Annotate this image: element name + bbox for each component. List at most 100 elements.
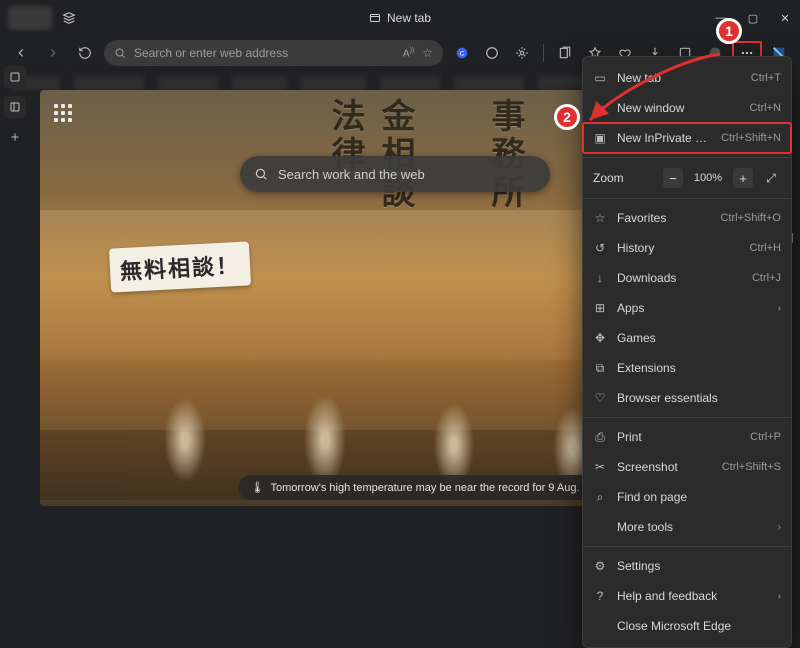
menu-item-label: Find on page xyxy=(617,490,781,504)
menu-item-extensions[interactable]: ⧉ Extensions xyxy=(583,353,791,383)
menu-item-label: Games xyxy=(617,331,781,345)
vertical-tabs-icon[interactable] xyxy=(4,96,26,118)
menu-item-shortcut: Ctrl+T xyxy=(751,72,781,84)
zoom-in-button[interactable]: + xyxy=(733,168,753,188)
bg-text-3: 事務所 xyxy=(480,98,529,212)
tab-title-text: New tab xyxy=(387,11,431,25)
address-placeholder: Search or enter web address xyxy=(134,46,395,60)
read-aloud-icon[interactable]: A)) xyxy=(403,47,414,59)
collections-icon[interactable] xyxy=(552,40,578,66)
menu-item-games[interactable]: ✥ Games xyxy=(583,323,791,353)
chevron-right-icon: › xyxy=(778,591,781,602)
menu-item-label: Favorites xyxy=(617,211,710,225)
menu-item-shortcut: Ctrl+J xyxy=(752,272,781,284)
settings-menu: ▭New tabCtrl+T▭New windowCtrl+N▣New InPr… xyxy=(582,56,792,648)
zoom-out-button[interactable]: − xyxy=(663,168,683,188)
ext-icon-2[interactable] xyxy=(509,40,535,66)
menu-separator xyxy=(583,198,791,199)
ext-icon-1[interactable] xyxy=(479,40,505,66)
menu-item-shortcut: Ctrl+Shift+S xyxy=(722,461,781,473)
menu-item-label: Browser essentials xyxy=(617,391,781,405)
menu-item-shortcut: Ctrl+P xyxy=(750,431,781,443)
close-button[interactable]: ✕ xyxy=(776,12,794,25)
favorite-star-icon[interactable]: ☆ xyxy=(422,46,433,60)
menu-item-icon: ✂ xyxy=(593,460,607,474)
maximize-button[interactable]: ▢ xyxy=(744,12,762,25)
menu-item-label: Close Microsoft Edge xyxy=(617,619,781,633)
menu-item-settings[interactable]: ⚙ Settings xyxy=(583,551,791,581)
menu-separator xyxy=(583,157,791,158)
window-title: New tab xyxy=(369,11,431,25)
search-icon xyxy=(114,47,126,59)
back-button[interactable] xyxy=(8,40,34,66)
menu-item-icon: ↺ xyxy=(593,241,607,255)
annotation-2: 2 xyxy=(554,104,580,130)
menu-item-label: New InPrivate window xyxy=(617,131,711,145)
refresh-button[interactable] xyxy=(72,40,98,66)
menu-item-print[interactable]: ⎙ Print Ctrl+P xyxy=(583,422,791,452)
tab-thumbnail[interactable] xyxy=(8,6,52,30)
menu-item-label: Extensions xyxy=(617,361,781,375)
menu-item-label: More tools xyxy=(617,520,768,534)
menu-item-icon: ⎙ xyxy=(593,430,607,445)
tab-actions-icon[interactable] xyxy=(4,66,26,88)
menu-item-shortcut: Ctrl+N xyxy=(750,102,781,114)
menu-item-browser-essentials[interactable]: ♡ Browser essentials xyxy=(583,383,791,413)
menu-item-icon: ☆ xyxy=(593,211,607,225)
menu-item-label: Screenshot xyxy=(617,460,712,474)
weather-card[interactable]: 🌡 Tomorrow's high temperature may be nea… xyxy=(239,475,592,500)
menu-item-icon: ▣ xyxy=(593,131,607,145)
annotation-arrow xyxy=(580,50,730,130)
menu-item-downloads[interactable]: ↓ Downloads Ctrl+J xyxy=(583,263,791,293)
chevron-right-icon: › xyxy=(778,303,781,314)
chevron-right-icon: › xyxy=(778,522,781,533)
menu-item-icon: ⌕ xyxy=(593,490,607,505)
bg-sign-muryo: 無料相談！ xyxy=(109,241,251,292)
zoom-label: Zoom xyxy=(593,171,655,185)
menu-item-find-on-page[interactable]: ⌕ Find on page xyxy=(583,482,791,512)
menu-item-icon: ↓ xyxy=(593,271,607,285)
menu-item-label: Settings xyxy=(617,559,781,573)
workspaces-icon[interactable] xyxy=(62,11,76,25)
forward-button[interactable] xyxy=(40,40,66,66)
title-bar: New tab — ▢ ✕ xyxy=(0,0,800,36)
menu-item-more-tools[interactable]: More tools › xyxy=(583,512,791,542)
fullscreen-button[interactable]: ⤢ xyxy=(761,168,781,188)
menu-item-shortcut: Ctrl+Shift+O xyxy=(720,212,781,224)
menu-item-label: Downloads xyxy=(617,271,742,285)
menu-item-icon: ? xyxy=(593,589,607,603)
menu-item-icon: ⚙ xyxy=(593,559,607,573)
menu-item-label: Print xyxy=(617,430,740,444)
menu-zoom-row: Zoom−100% + ⤢ xyxy=(583,162,791,194)
menu-separator xyxy=(583,417,791,418)
weather-text: Tomorrow's high temperature may be near … xyxy=(270,482,579,494)
menu-item-apps[interactable]: ⊞ Apps › xyxy=(583,293,791,323)
menu-item-screenshot[interactable]: ✂ Screenshot Ctrl+Shift+S xyxy=(583,452,791,482)
zoom-value: 100% xyxy=(691,172,725,184)
menu-item-icon: ♡ xyxy=(593,391,607,405)
menu-item-icon: ✥ xyxy=(593,331,607,345)
menu-item-label: Help and feedback xyxy=(617,589,768,603)
thermometer-icon: 🌡 xyxy=(251,481,265,494)
annotation-1: 1 xyxy=(716,18,742,44)
address-bar[interactable]: Search or enter web address A)) ☆ xyxy=(104,40,443,66)
app-launcher-icon[interactable] xyxy=(54,104,76,126)
vertical-tabs-bar xyxy=(4,66,26,148)
menu-item-icon: ⧉ xyxy=(593,361,607,376)
toolbar-divider xyxy=(543,44,544,62)
menu-item-icon: ⊞ xyxy=(593,301,607,315)
menu-item-label: Apps xyxy=(617,301,768,315)
menu-separator xyxy=(583,546,791,547)
menu-item-close-microsoft-edge[interactable]: Close Microsoft Edge xyxy=(583,611,791,641)
menu-item-help-and-feedback[interactable]: ? Help and feedback › xyxy=(583,581,791,611)
tracking-prevention-icon[interactable]: C xyxy=(449,40,475,66)
new-tab-icon[interactable] xyxy=(4,126,26,148)
ntp-search-box[interactable]: Search work and the web xyxy=(240,156,550,192)
menu-item-history[interactable]: ↺HistoryCtrl+H xyxy=(583,233,791,263)
bg-text-2: 金相談 xyxy=(370,98,419,212)
search-icon xyxy=(254,167,268,181)
menu-item-shortcut: Ctrl+H xyxy=(750,242,781,254)
menu-item-shortcut: Ctrl+Shift+N xyxy=(721,132,781,144)
svg-text:C: C xyxy=(460,51,465,58)
menu-item-favorites[interactable]: ☆ Favorites Ctrl+Shift+O xyxy=(583,203,791,233)
